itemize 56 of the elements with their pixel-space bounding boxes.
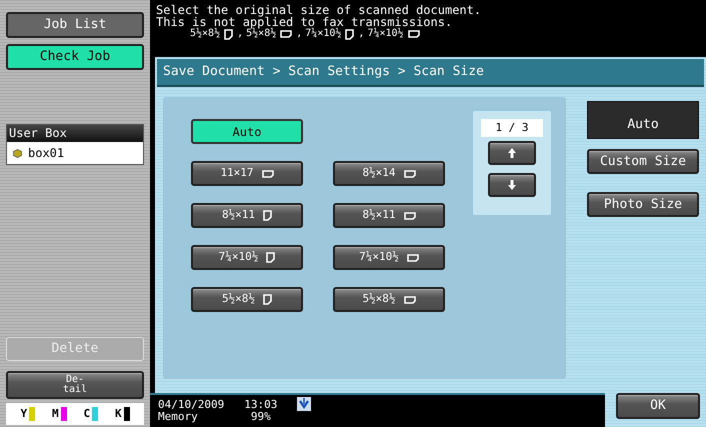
paper-size-text: 5½×8½ <box>246 28 276 40</box>
detail-button[interactable]: De- tail <box>6 371 144 399</box>
box-icon <box>13 148 22 158</box>
size-option-button[interactable]: Photo Size <box>587 192 699 217</box>
memory-value: 99% <box>250 411 271 423</box>
landscape-sheet-icon <box>404 296 416 304</box>
landscape-sheet-icon <box>280 30 292 38</box>
instruction-text: This is not applied to fax transmissions. <box>156 16 454 28</box>
toner-label: M <box>52 406 59 422</box>
landscape-sheet-icon <box>406 254 419 262</box>
paper-size-button[interactable]: 7¼×10½ <box>191 245 303 270</box>
network-status-icon <box>297 397 312 411</box>
page-indicator: 1 / 3 <box>481 119 543 137</box>
user-box-item[interactable]: box01 <box>7 142 143 164</box>
breadcrumb-bar: Save Document > Scan Settings > Scan Size <box>157 59 704 87</box>
separator-text: , <box>296 28 302 40</box>
portrait-sheet-icon <box>263 210 272 221</box>
memory-label: Memory <box>158 411 199 423</box>
paper-size-button[interactable]: 8½×11 <box>191 203 303 228</box>
landscape-sheet-icon <box>404 170 416 178</box>
page-up-button[interactable] <box>488 141 536 165</box>
ok-button[interactable]: OK <box>616 393 700 419</box>
separator-text: , <box>358 28 364 40</box>
paper-size-text: 7¼×10½ <box>305 28 342 40</box>
toner-label: Y <box>20 406 28 422</box>
current-size-display: Auto <box>587 101 699 139</box>
user-box-header: User Box <box>7 125 143 142</box>
box-name: box01 <box>28 145 64 162</box>
portrait-sheet-icon <box>263 294 272 305</box>
time-text: 13:03 <box>244 399 278 411</box>
up-arrow-icon <box>508 148 516 158</box>
job-button[interactable]: Check Job <box>6 44 144 70</box>
paper-size-button[interactable]: 5½×8½ <box>333 287 445 312</box>
auto-button[interactable]: Auto <box>191 119 303 144</box>
paper-size-button[interactable]: 5½×8½ <box>191 287 303 312</box>
paper-size-button[interactable]: 8½×11 <box>333 203 445 228</box>
landscape-sheet-icon <box>404 212 416 220</box>
landscape-sheet-icon <box>262 170 274 178</box>
page-down-button[interactable] <box>488 173 536 197</box>
paper-size-button[interactable]: 7¼×10½ <box>333 245 445 270</box>
down-arrow-icon <box>508 180 516 190</box>
paper-size-text: 5½×8½ <box>190 28 220 40</box>
paper-size-button[interactable]: 11×17 <box>191 161 303 186</box>
paper-size-text: 7¼×10½ <box>367 28 404 40</box>
toner-label: C <box>83 406 90 422</box>
portrait-sheet-icon <box>224 28 234 40</box>
instruction-text: Select the original size of scanned document. <box>156 4 482 16</box>
size-option-button[interactable]: Custom Size <box>587 149 699 174</box>
landscape-sheet-icon <box>408 30 420 38</box>
job-button[interactable]: Job List <box>6 12 144 38</box>
separator-text: , <box>237 28 244 40</box>
paper-size-button[interactable]: 8½×14 <box>333 161 445 186</box>
toner-label: K <box>114 406 122 422</box>
portrait-sheet-icon <box>345 28 354 40</box>
portrait-sheet-icon <box>266 252 276 263</box>
date-text: 04/10/2009 <box>158 399 224 411</box>
